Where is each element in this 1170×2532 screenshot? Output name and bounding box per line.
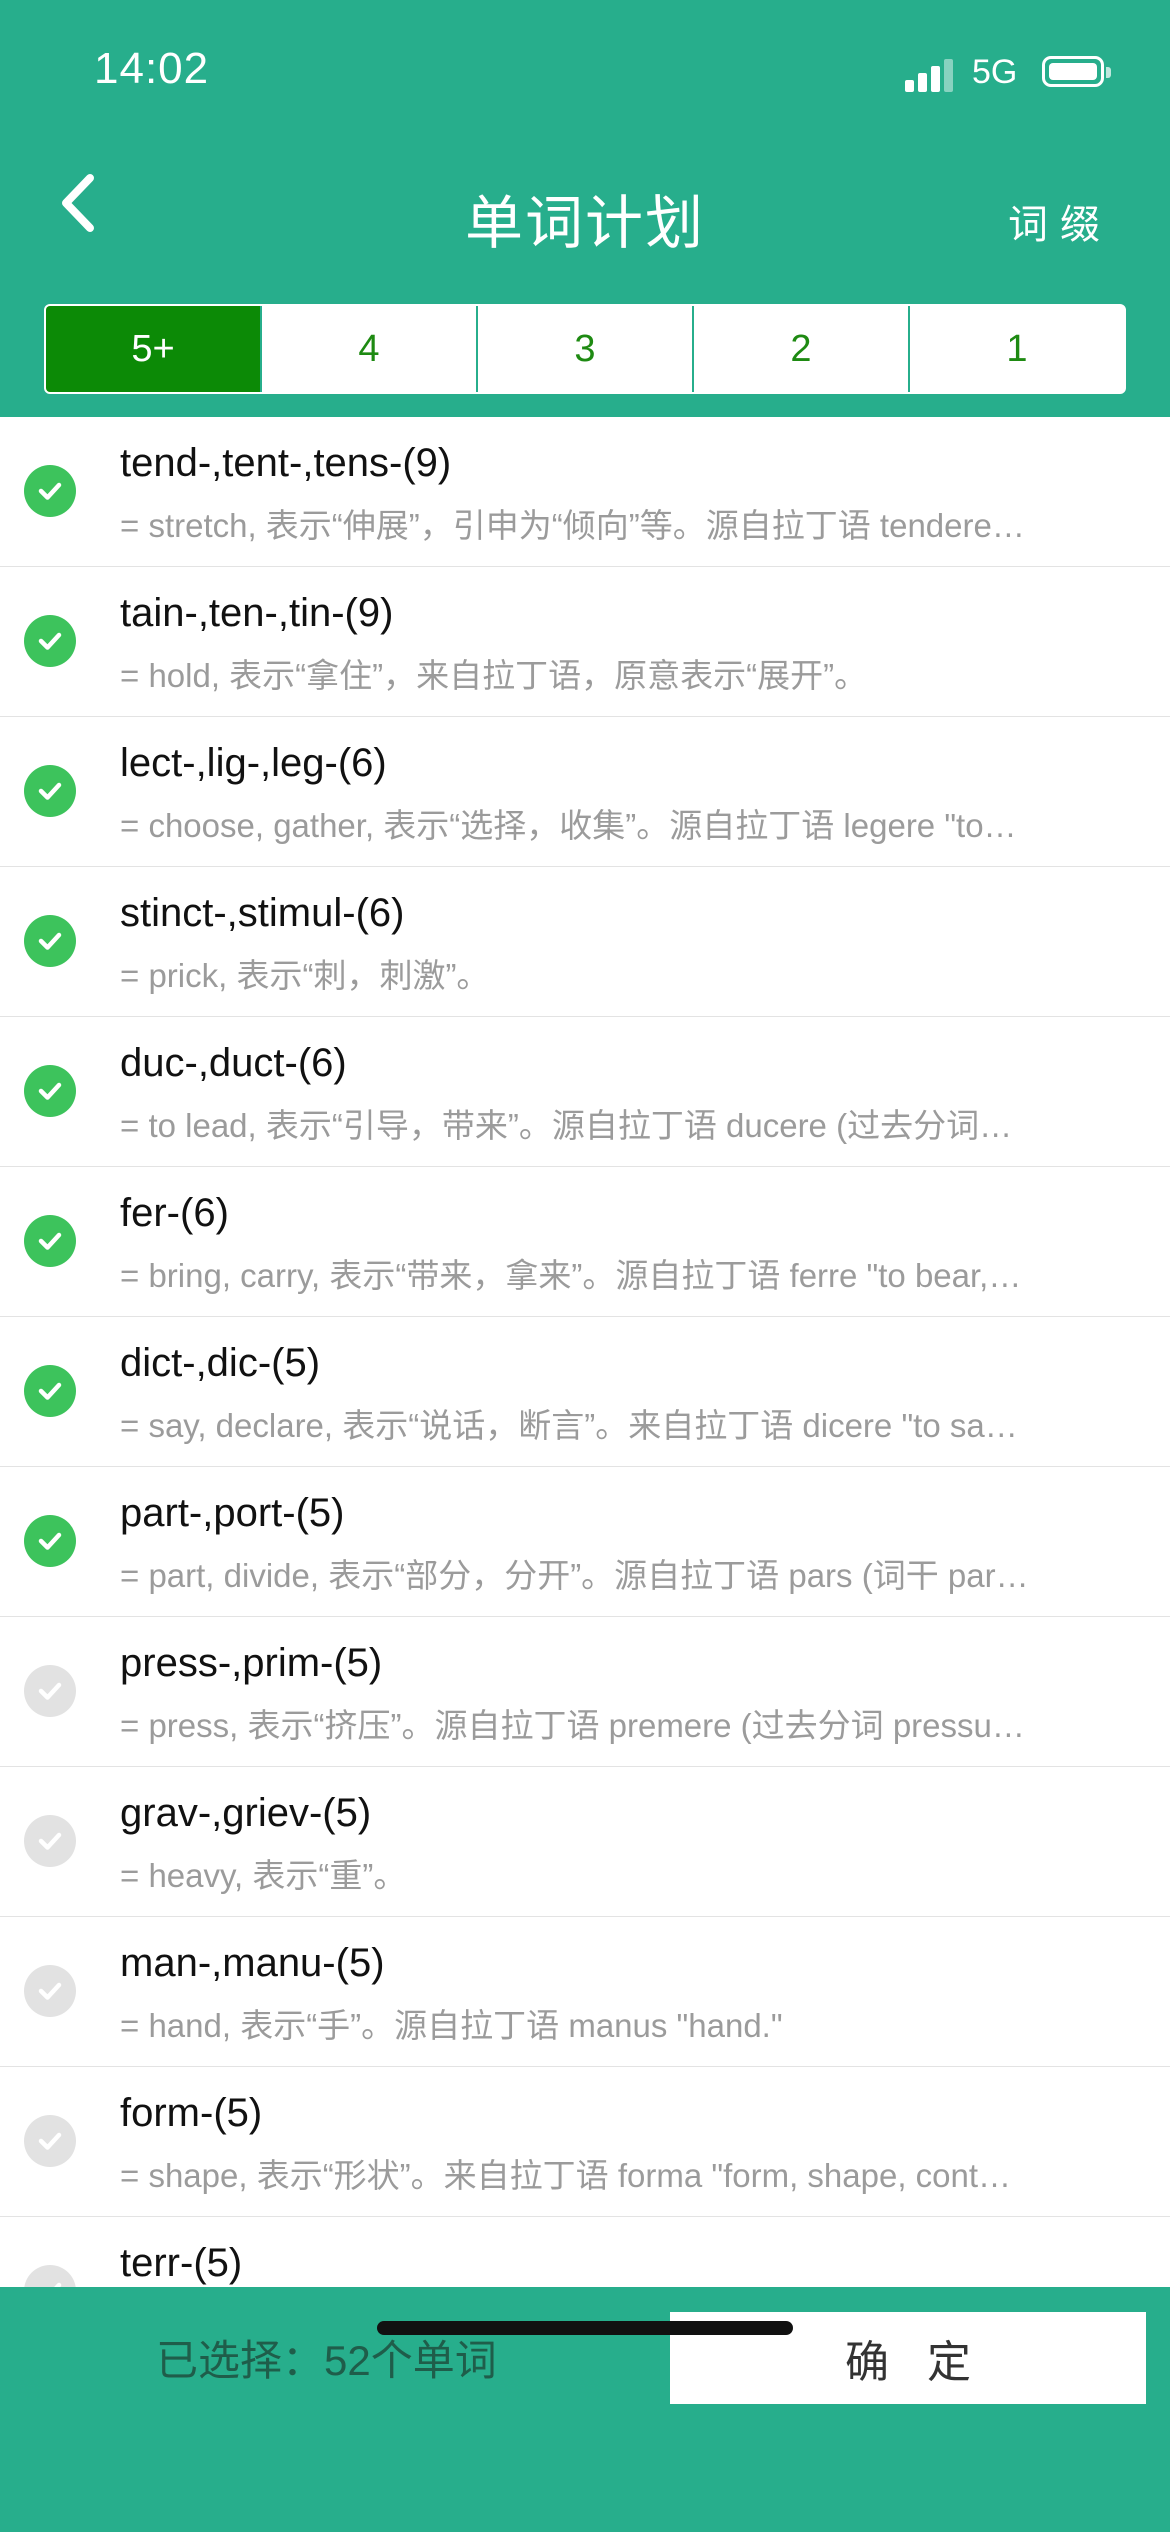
tab-2[interactable]: 2: [692, 306, 908, 392]
check-icon[interactable]: [24, 1365, 76, 1417]
affix-word: tain-,ten-,tin-(9): [120, 591, 394, 635]
affix-description: = hold, 表示“拿住”，来自拉丁语，原意表示“展开”。: [120, 657, 868, 694]
check-icon[interactable]: [24, 765, 76, 817]
network-type: 5G: [972, 53, 1018, 91]
affix-button[interactable]: 词缀: [1008, 192, 1112, 250]
list-item[interactable]: duc-,duct-(6) = to lead, 表示“引导，带来”。源自拉丁语 …: [0, 1017, 1170, 1167]
list-item[interactable]: terr-(5): [0, 2217, 1170, 2287]
selected-count: 已选择：52个单词: [156, 2337, 497, 2384]
affix-word: tend-,tent-,tens-(9): [120, 441, 452, 485]
check-icon[interactable]: [24, 1215, 76, 1267]
check-icon[interactable]: [24, 465, 76, 517]
affix-word: part-,port-(5): [120, 1491, 345, 1535]
affix-description: = stretch, 表示“伸展”，引申为“倾向”等。源自拉丁语 tendere…: [120, 507, 1025, 544]
tab-1[interactable]: 1: [908, 306, 1124, 392]
check-icon[interactable]: [24, 915, 76, 967]
check-icon[interactable]: [24, 1065, 76, 1117]
frequency-tabs: 5+ 4 3 2 1: [44, 304, 1126, 394]
page-title: 单词计划: [464, 191, 705, 256]
affix-word: grav-,griev-(5): [120, 1791, 372, 1835]
list-item[interactable]: tain-,ten-,tin-(9) = hold, 表示“拿住”，来自拉丁语，原…: [0, 567, 1170, 717]
check-icon[interactable]: [24, 1665, 76, 1717]
check-icon[interactable]: [24, 1965, 76, 2017]
affix-description: = heavy, 表示“重”。: [120, 1857, 407, 1894]
affix-description: = press, 表示“挤压”。源自拉丁语 premere (过去分词 pres…: [120, 1707, 1025, 1744]
list-item[interactable]: stinct-,stimul-(6) = prick, 表示“刺，刺激”。: [0, 867, 1170, 1017]
list-item[interactable]: lect-,lig-,leg-(6) = choose, gather, 表示“选…: [0, 717, 1170, 867]
affix-description: = choose, gather, 表示“选择，收集”。源自拉丁语 legere…: [120, 807, 1017, 844]
signal-icon: [905, 58, 957, 92]
check-icon[interactable]: [24, 1815, 76, 1867]
affix-description: = say, declare, 表示“说话，断言”。来自拉丁语 dicere "…: [120, 1407, 1018, 1444]
home-indicator: [377, 2321, 793, 2335]
status-time: 14:02: [94, 44, 210, 93]
list-item[interactable]: form-(5) = shape, 表示“形状”。来自拉丁语 forma "for…: [0, 2067, 1170, 2217]
affix-description: = shape, 表示“形状”。来自拉丁语 forma "form, shape…: [120, 2157, 1012, 2194]
list-item[interactable]: grav-,griev-(5) = heavy, 表示“重”。: [0, 1767, 1170, 1917]
tab-5plus[interactable]: 5+: [46, 306, 260, 392]
affix-word: press-,prim-(5): [120, 1641, 383, 1685]
battery-icon: [1042, 56, 1111, 87]
list-item[interactable]: dict-,dic-(5) = say, declare, 表示“说话，断言”。来…: [0, 1317, 1170, 1467]
affix-description: = bring, carry, 表示“带来，拿来”。源自拉丁语 ferre "t…: [120, 1257, 1022, 1294]
affix-word: form-(5): [120, 2091, 263, 2135]
check-icon[interactable]: [24, 615, 76, 667]
affix-description: = part, divide, 表示“部分，分开”。源自拉丁语 pars (词干…: [120, 1557, 1029, 1594]
list-item[interactable]: part-,port-(5) = part, divide, 表示“部分，分开”。…: [0, 1467, 1170, 1617]
list-item[interactable]: press-,prim-(5) = press, 表示“挤压”。源自拉丁语 pre…: [0, 1617, 1170, 1767]
affix-word: terr-(5): [120, 2241, 243, 2285]
check-icon[interactable]: [24, 1515, 76, 1567]
list-item[interactable]: man-,manu-(5) = hand, 表示“手”。源自拉丁语 manus "…: [0, 1917, 1170, 2067]
top-bar: 14:02 5G 单词计划 词缀 5+ 4 3 2 1: [0, 0, 1170, 417]
affix-word: lect-,lig-,leg-(6): [120, 741, 387, 785]
tab-4[interactable]: 4: [260, 306, 476, 392]
list-item[interactable]: fer-(6) = bring, carry, 表示“带来，拿来”。源自拉丁语 f…: [0, 1167, 1170, 1317]
affix-word: fer-(6): [120, 1191, 229, 1235]
affix-word: stinct-,stimul-(6): [120, 891, 405, 935]
affix-word: dict-,dic-(5): [120, 1341, 321, 1385]
check-icon[interactable]: [24, 2115, 76, 2167]
list-item[interactable]: tend-,tent-,tens-(9) = stretch, 表示“伸展”，引申…: [0, 417, 1170, 567]
check-icon[interactable]: [24, 2265, 76, 2287]
affix-list: tend-,tent-,tens-(9) = stretch, 表示“伸展”，引申…: [0, 417, 1170, 2287]
affix-description: = hand, 表示“手”。源自拉丁语 manus "hand.": [120, 2007, 783, 2044]
affix-description: = to lead, 表示“引导，带来”。源自拉丁语 ducere (过去分词…: [120, 1107, 1013, 1144]
affix-description: = prick, 表示“刺，刺激”。: [120, 957, 490, 994]
affix-word: man-,manu-(5): [120, 1941, 385, 1985]
tab-3[interactable]: 3: [476, 306, 692, 392]
affix-word: duc-,duct-(6): [120, 1041, 347, 1085]
